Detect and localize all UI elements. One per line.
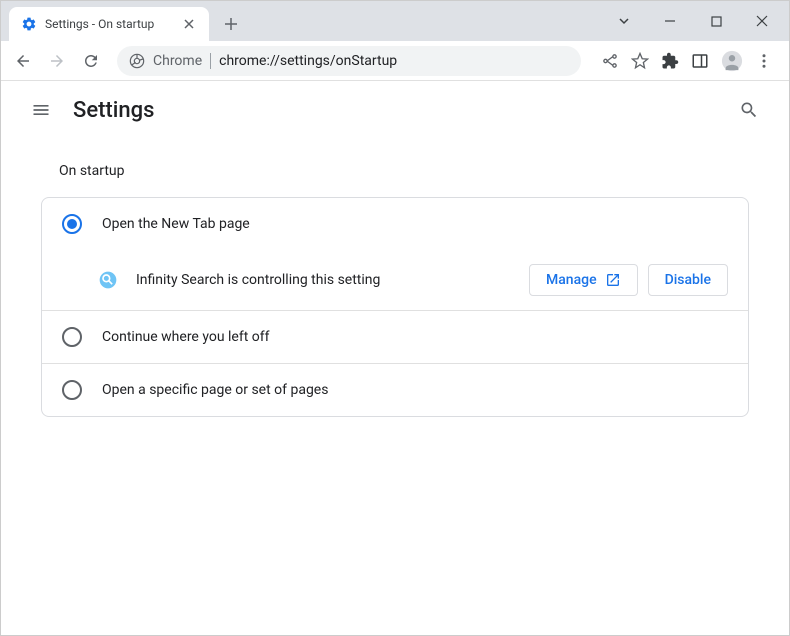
- share-icon[interactable]: [601, 52, 619, 70]
- option-continue[interactable]: Continue where you left off: [42, 311, 748, 363]
- side-panel-icon[interactable]: [691, 52, 709, 70]
- manage-button[interactable]: Manage: [529, 264, 638, 296]
- bookmark-icon[interactable]: [631, 52, 649, 70]
- omnibox[interactable]: Chrome chrome://settings/onStartup: [117, 46, 581, 76]
- chrome-icon: [129, 53, 145, 69]
- maximize-button[interactable]: [693, 5, 739, 37]
- profile-icon[interactable]: [721, 50, 743, 72]
- option-label: Continue where you left off: [102, 329, 270, 345]
- tab-title: Settings - On startup: [45, 17, 173, 31]
- page-title: Settings: [73, 98, 154, 123]
- manage-label: Manage: [546, 272, 597, 288]
- extension-message: Infinity Search is controlling this sett…: [136, 272, 519, 288]
- chevron-down-icon[interactable]: [601, 5, 647, 37]
- startup-card: Open the New Tab page Infinity Search is…: [41, 197, 749, 417]
- option-label: Open the New Tab page: [102, 216, 250, 232]
- hamburger-menu-button[interactable]: [21, 90, 61, 130]
- external-link-icon: [605, 272, 621, 288]
- settings-header: Settings: [1, 81, 789, 139]
- omnibox-url: chrome://settings/onStartup: [219, 53, 397, 69]
- window-controls: [601, 1, 789, 41]
- extension-app-icon: [98, 270, 118, 290]
- minimize-button[interactable]: [647, 5, 693, 37]
- option-new-tab[interactable]: Open the New Tab page: [42, 198, 748, 250]
- browser-tab[interactable]: Settings - On startup: [9, 7, 209, 41]
- content: On startup Open the New Tab page Infinit…: [1, 139, 789, 441]
- radio-unselected-icon: [62, 380, 82, 400]
- toolbar: Chrome chrome://settings/onStartup: [1, 41, 789, 81]
- option-label: Open a specific page or set of pages: [102, 382, 328, 398]
- search-button[interactable]: [729, 90, 769, 130]
- radio-unselected-icon: [62, 327, 82, 347]
- back-button[interactable]: [9, 47, 37, 75]
- omnibox-prefix: Chrome: [153, 53, 202, 69]
- menu-icon[interactable]: [755, 52, 773, 70]
- extension-notice: Infinity Search is controlling this sett…: [42, 250, 748, 310]
- reload-button[interactable]: [77, 47, 105, 75]
- extensions-icon[interactable]: [661, 52, 679, 70]
- new-tab-button[interactable]: [217, 10, 245, 38]
- titlebar: Settings - On startup: [1, 1, 789, 41]
- disable-button[interactable]: Disable: [648, 264, 728, 296]
- option-specific[interactable]: Open a specific page or set of pages: [42, 364, 748, 416]
- omnibox-separator: [210, 53, 211, 69]
- close-icon[interactable]: [181, 16, 197, 32]
- close-window-button[interactable]: [739, 5, 785, 37]
- section-title: On startup: [41, 163, 749, 179]
- radio-selected-icon: [62, 214, 82, 234]
- disable-label: Disable: [665, 272, 711, 288]
- gear-icon: [21, 16, 37, 32]
- forward-button[interactable]: [43, 47, 71, 75]
